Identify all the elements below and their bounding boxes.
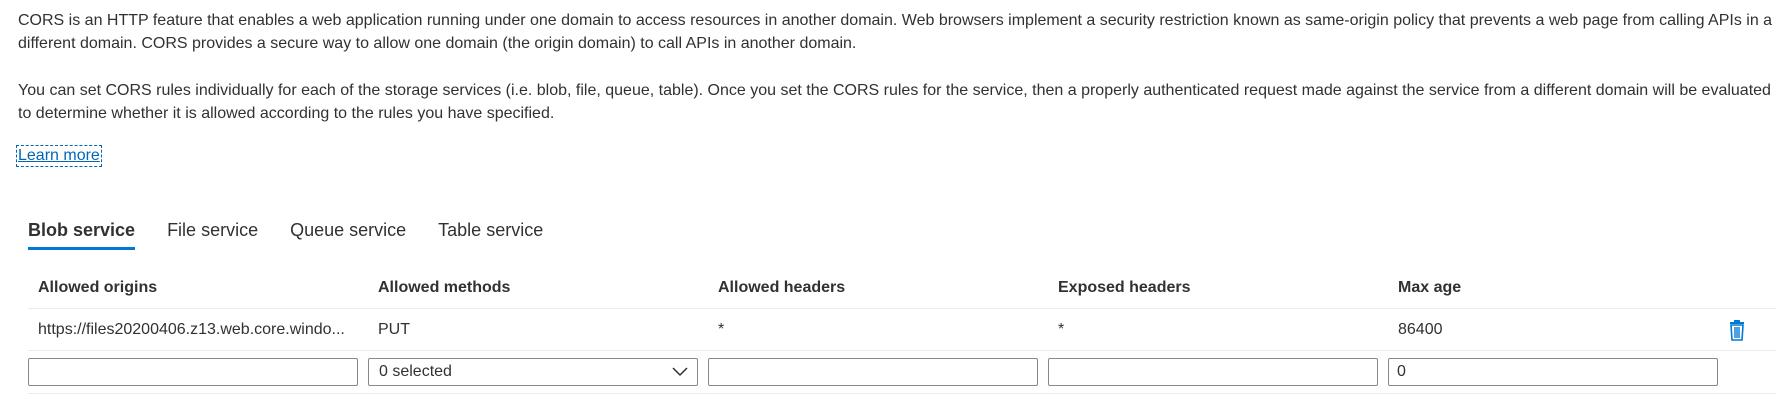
new-headers-cell <box>708 358 1048 386</box>
chevron-down-icon <box>671 363 689 381</box>
column-header-exposed-headers: Exposed headers <box>1058 279 1191 296</box>
cell-exposed-headers: * <box>1058 320 1065 338</box>
column-header-max-age: Max age <box>1398 279 1462 296</box>
cell-allowed-origins: https://files20200406.z13.web.core.windo… <box>38 320 345 338</box>
cors-description: CORS is an HTTP feature that enables a w… <box>18 9 1778 149</box>
table-row[interactable]: https://files20200406.z13.web.core.windo… <box>28 309 1776 351</box>
cors-rules-grid: Allowed origins Allowed methods Allowed … <box>28 268 1776 394</box>
cell-allowed-headers: * <box>718 320 725 338</box>
tab-blob-service[interactable]: Blob service <box>28 218 136 250</box>
tab-table-service[interactable]: Table service <box>438 218 543 250</box>
learn-more-link[interactable]: Learn more <box>16 145 102 167</box>
intro-paragraph-1: CORS is an HTTP feature that enables a w… <box>18 12 1773 52</box>
cell-max-age: 86400 <box>1398 320 1443 338</box>
tab-file-service[interactable]: File service <box>167 218 258 250</box>
trash-icon[interactable] <box>1726 319 1748 341</box>
service-tabs: Blob service File service Queue service … <box>28 218 575 250</box>
column-header-allowed-methods: Allowed methods <box>378 279 511 296</box>
allowed-headers-input[interactable] <box>708 358 1038 386</box>
new-methods-cell: 0 selected <box>368 358 708 386</box>
intro-paragraph-2: You can set CORS rules individually for … <box>18 82 1771 122</box>
new-exposed-cell <box>1048 358 1388 386</box>
allowed-origins-input[interactable] <box>28 358 358 386</box>
exposed-headers-input[interactable] <box>1048 358 1378 386</box>
allowed-methods-dropdown[interactable]: 0 selected <box>368 358 698 386</box>
new-rule-row: 0 selected <box>28 351 1776 394</box>
max-age-input[interactable] <box>1388 358 1718 386</box>
column-header-allowed-origins: Allowed origins <box>38 279 158 296</box>
tab-queue-service[interactable]: Queue service <box>290 218 406 250</box>
allowed-methods-value: 0 selected <box>379 363 452 380</box>
new-origins-cell <box>28 358 368 386</box>
column-header-allowed-headers: Allowed headers <box>718 279 846 296</box>
new-max-age-cell <box>1388 358 1728 386</box>
grid-header-row: Allowed origins Allowed methods Allowed … <box>28 268 1776 309</box>
cell-allowed-methods: PUT <box>378 320 410 338</box>
